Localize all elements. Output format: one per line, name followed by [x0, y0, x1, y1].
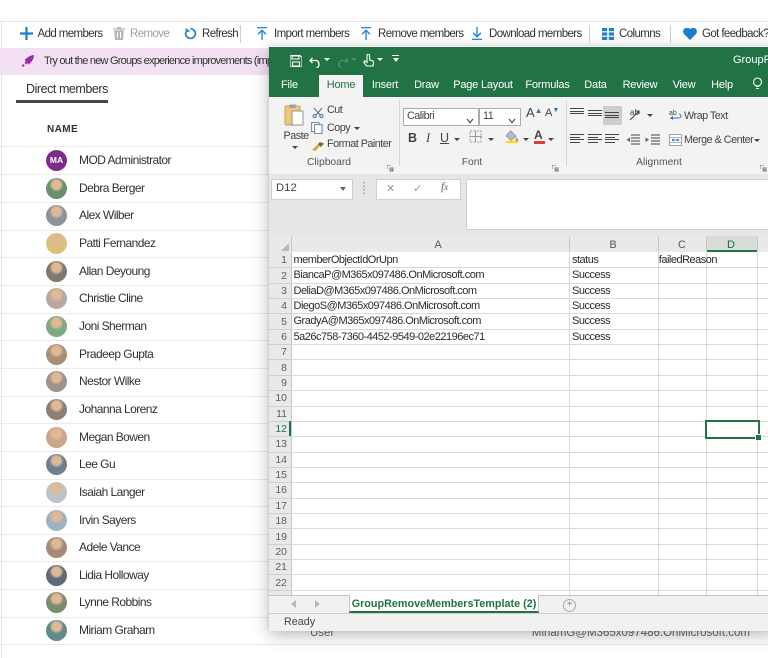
- svg-text:ab: ab: [669, 110, 677, 117]
- svg-text:ab: ab: [630, 108, 639, 117]
